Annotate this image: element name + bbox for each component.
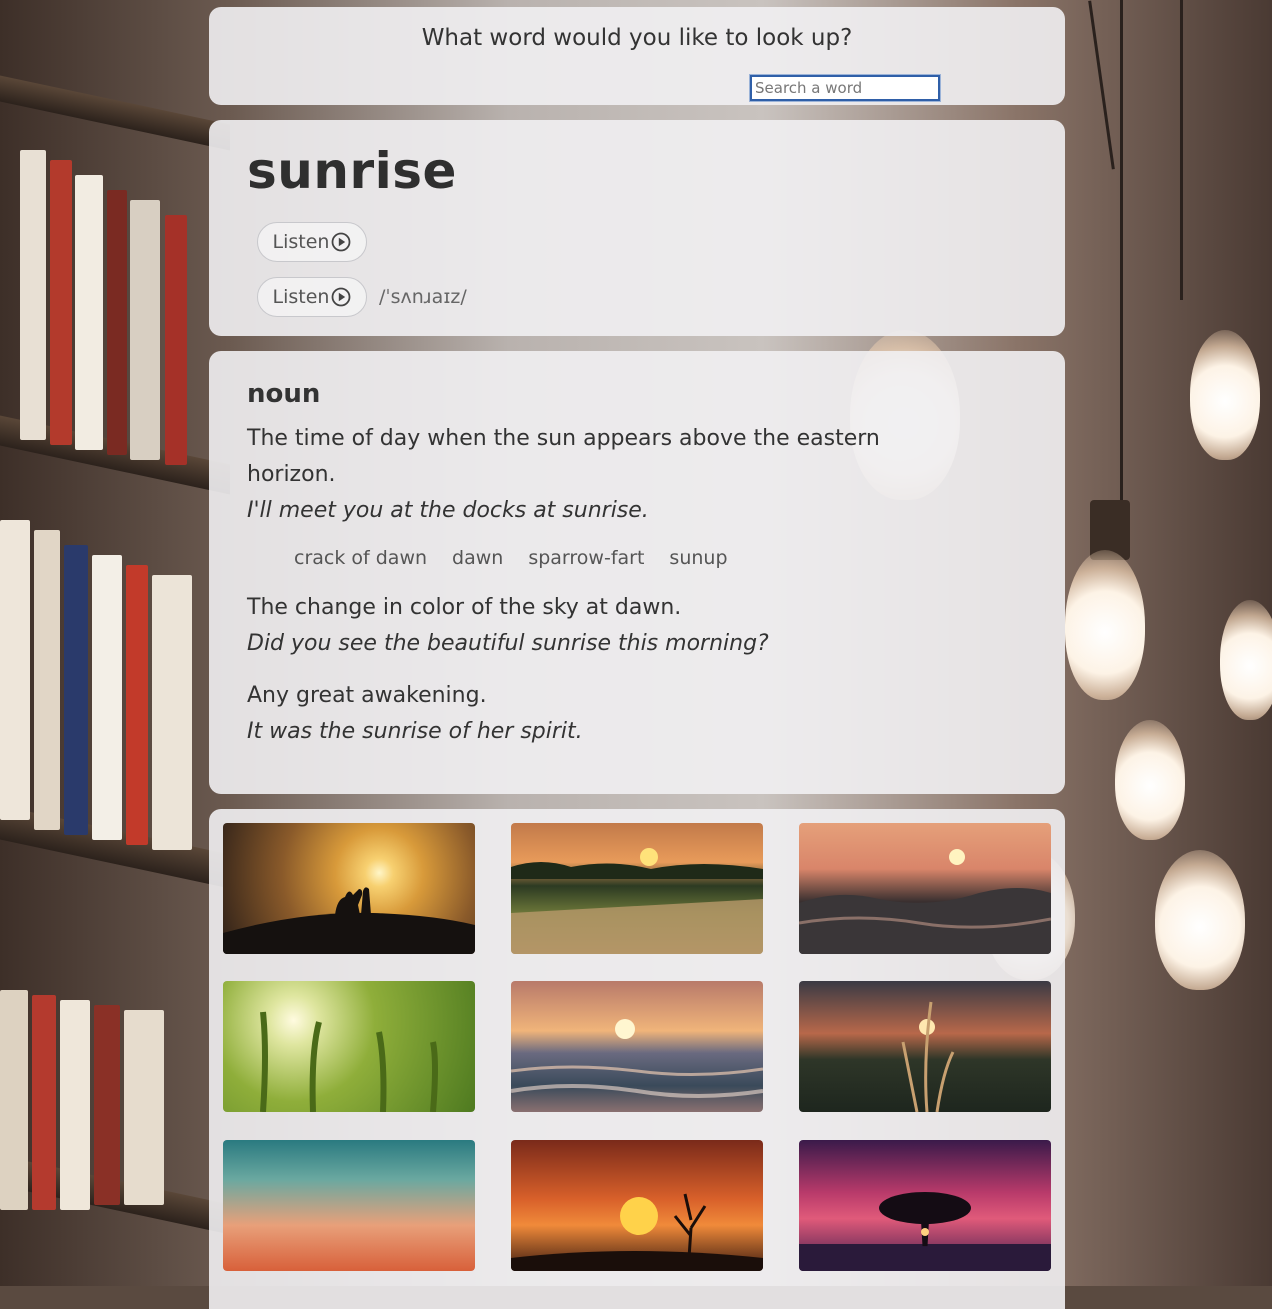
search-panel: What word would you like to look up? [209,7,1065,105]
book [32,995,56,1210]
light-bulb-icon [1155,850,1245,990]
search-question: What word would you like to look up? [421,25,853,51]
phonetic-text: /ˈsʌnɹaɪz/ [379,286,467,308]
definition-example: It was the sunrise of her spirit. [247,719,583,744]
photo-teal-orange-sky[interactable] [223,1140,475,1271]
book [20,150,46,440]
book [0,520,30,820]
book [126,565,148,845]
synonym-item[interactable]: sparrow-fart [528,547,644,569]
photo-grass-stalk-sunset[interactable] [799,981,1051,1112]
photo-grass-field-sunrise[interactable] [511,823,763,954]
book [64,545,88,835]
photo-scene [799,849,1051,954]
lamp-cord [1088,0,1115,170]
photo-scene [511,1193,763,1271]
book [94,1005,120,1205]
photo-sea-sunrise[interactable] [511,981,763,1112]
photo-scene [799,1192,1051,1271]
photo-scene [511,1019,763,1098]
book [0,990,28,1210]
book [92,555,122,840]
light-bulb-icon [1220,600,1272,720]
light-bulb-icon [1115,720,1185,840]
book [124,1010,164,1205]
synonym-item[interactable]: crack of dawn [294,547,427,569]
book [107,190,127,455]
play-circle-icon [332,232,351,252]
definition-meaning: Any great awakening. [247,683,487,708]
definitions-panel: noun The time of day when the sun appear… [209,351,1065,794]
photo-tree-purple-sky[interactable] [799,1140,1051,1271]
photo-ocean-wave-sunset[interactable] [799,823,1051,954]
play-circle-icon [332,287,351,307]
definition-meaning: The time of day when the sun appears abo… [247,426,880,487]
book [34,530,60,830]
listen-label: Listen [272,231,330,253]
listen-label: Listen [272,286,330,308]
synonym-item[interactable]: dawn [452,547,503,569]
book [165,215,187,465]
definition-example: Did you see the beautiful sunrise this m… [247,631,769,656]
lamp-cord [1120,0,1123,520]
book [130,200,160,460]
listen-button[interactable]: Listen [257,277,367,317]
photo-scene [223,887,475,954]
photo-couple-silhouette-sunset[interactable] [223,823,475,954]
word-panel: sunrise Listen Listen /ˈsʌnɹaɪz/ [209,120,1065,336]
part-of-speech: noun [247,379,321,409]
book [60,1000,90,1210]
search-input[interactable] [749,74,941,102]
photo-scene [511,848,763,954]
book [50,160,72,445]
listen-button[interactable]: Listen [257,222,367,262]
bookshelf [0,75,230,151]
book [152,575,192,850]
photo-scene [260,1011,438,1112]
definition-example: I'll meet you at the docks at sunrise. [247,498,649,523]
photo-tree-sun-orange-sky[interactable] [511,1140,763,1271]
photos-panel [209,809,1065,1309]
light-bulb-icon [1190,330,1260,460]
light-bulb-icon [1065,550,1145,700]
lamp-cord [1180,0,1183,300]
book [75,175,103,450]
synonym-item[interactable]: sunup [669,547,727,569]
photo-wheat-field-sun[interactable] [223,981,475,1112]
synonyms-list: crack of dawn dawn sparrow-fart sunup [294,547,728,569]
photo-scene [901,1001,955,1112]
definition-meaning: The change in color of the sky at dawn. [247,595,682,620]
word-title: sunrise [247,142,457,200]
